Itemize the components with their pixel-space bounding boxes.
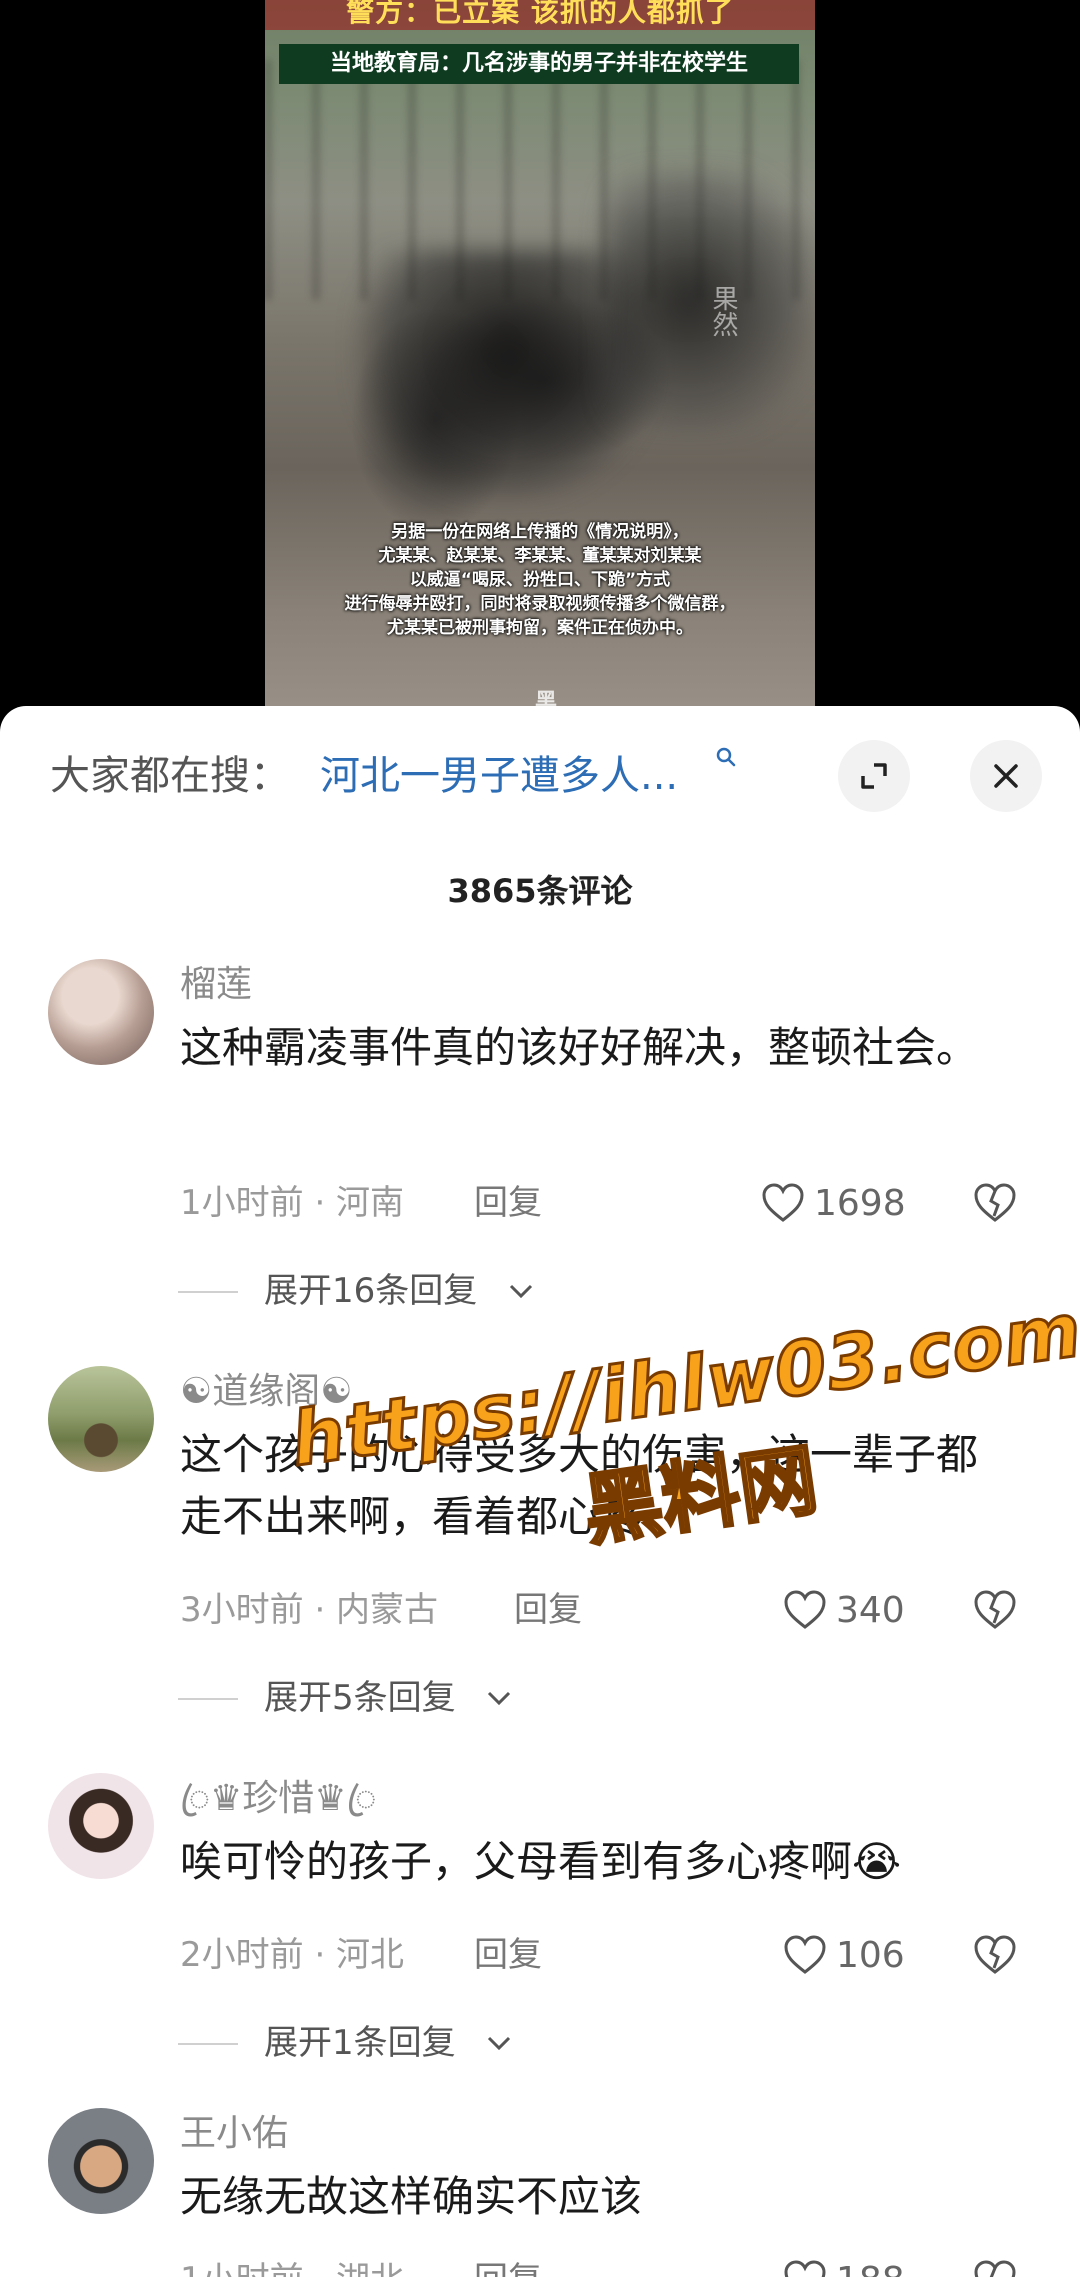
- trending-search-link[interactable]: 河北一男子遭多人...: [320, 750, 678, 802]
- caption-line: 以威逼“喝尿、扮牲口、下跪”方式: [409, 570, 671, 590]
- comment-meta: 1小时前 · 湖北: [180, 2258, 404, 2277]
- comment-username[interactable]: 榴莲: [180, 963, 252, 1007]
- broken-heart-icon[interactable]: [972, 1181, 1018, 1225]
- chevron-down-icon: [487, 1691, 511, 1706]
- search-icon[interactable]: [715, 746, 737, 768]
- caption-line: 另据一份在网络上传播的《情况说明》，: [391, 522, 689, 542]
- expand-divider: [178, 1291, 238, 1293]
- video-headline-green: 当地教育局：几名涉事的男子并非在校学生: [279, 44, 799, 84]
- avatar[interactable]: [48, 2108, 154, 2214]
- comment-item: 王小佑 无缘无故这样确实不应该 1小时前 · 湖北 回复 188: [0, 2108, 1080, 2277]
- video-vertical-watermark: 果然: [708, 285, 738, 337]
- comment-text: 无缘无故这样确实不应该: [180, 2172, 643, 2221]
- avatar[interactable]: [48, 1366, 154, 1472]
- comment-item: 榴莲 这种霸凌事件真的该好好解决，整顿社会。 1小时前 · 河南 回复 1698…: [0, 959, 1080, 1311]
- avatar[interactable]: [48, 1773, 154, 1879]
- reply-button[interactable]: 回复: [474, 2258, 542, 2277]
- broken-heart-icon[interactable]: [972, 1933, 1018, 1977]
- like-count: 188: [836, 2260, 905, 2277]
- expand-icon: [861, 763, 887, 789]
- caption-line: 尤某某已被刑事拘留，案件正在侦办中。: [387, 618, 693, 638]
- heart-icon: [784, 1935, 826, 1974]
- video-player[interactable]: 警方：已立案 该抓的人都抓了 当地教育局：几名涉事的男子并非在校学生 果然 另据…: [0, 0, 1080, 720]
- comment-item: ꦿ♛珍惜♛ꦿ 唉可怜的孩子，父母看到有多心疼啊😭 2小时前 · 河北 回复 10…: [0, 1773, 1080, 2063]
- expand-button[interactable]: [838, 740, 910, 812]
- chevron-down-icon: [487, 2036, 511, 2051]
- comment-meta: 1小时前 · 河南: [180, 1183, 405, 1223]
- comment-meta: 2小时前 · 河北: [180, 1935, 405, 1975]
- close-icon: [994, 764, 1018, 788]
- comment-item: ☯道缘阁☯ 这个孩子的心得受多大的伤害，这一辈子都走不出来啊，看着都心疼 3小时…: [0, 1366, 1080, 1718]
- like-button[interactable]: 340: [782, 1588, 905, 1632]
- like-button[interactable]: 188: [782, 2258, 905, 2277]
- comment-meta: 3小时前 · 内蒙古: [180, 1590, 439, 1630]
- video-headline-top: 警方：已立案 该抓的人都抓了: [265, 0, 815, 30]
- expand-divider: [178, 2043, 238, 2045]
- expand-divider: [178, 1698, 238, 1700]
- heart-icon: [762, 1183, 804, 1222]
- comment-text: 这种霸凌事件真的该好好解决，整顿社会。: [180, 1023, 979, 1072]
- chevron-down-icon: [509, 1284, 533, 1299]
- like-count: 106: [836, 1934, 905, 1976]
- like-count: 340: [836, 1589, 905, 1631]
- close-button[interactable]: [970, 740, 1042, 812]
- expand-replies-label: 展开1条回复: [264, 2023, 456, 2063]
- avatar[interactable]: [48, 959, 154, 1065]
- expand-replies-label: 展开16条回复: [264, 1271, 478, 1311]
- like-count: 1698: [814, 1182, 906, 1224]
- trending-search-bar: 大家都在搜： 河北一男子遭多人...: [0, 736, 1080, 816]
- broken-heart-icon[interactable]: [972, 1588, 1018, 1632]
- caption-line: 尤某某、赵某某、李某某、董某某对刘某某: [378, 546, 702, 566]
- reply-button[interactable]: 回复: [474, 1933, 542, 1977]
- trending-search-label: 大家都在搜：: [50, 753, 290, 799]
- comment-username[interactable]: 王小佑: [180, 2112, 288, 2156]
- broken-heart-icon[interactable]: [972, 2258, 1018, 2277]
- reply-button[interactable]: 回复: [474, 1181, 542, 1225]
- like-button[interactable]: 1698: [760, 1181, 906, 1225]
- like-button[interactable]: 106: [782, 1933, 905, 1977]
- comment-text: 唉可怜的孩子，父母看到有多心疼啊😭: [180, 1837, 902, 1886]
- expand-replies-label: 展开5条回复: [264, 1678, 456, 1718]
- video-frame[interactable]: 警方：已立案 该抓的人都抓了 当地教育局：几名涉事的男子并非在校学生 果然 另据…: [265, 0, 815, 720]
- video-caption: 另据一份在网络上传播的《情况说明》， 尤某某、赵某某、李某某、董某某对刘某某 以…: [275, 520, 805, 640]
- comment-username[interactable]: ꦿ♛珍惜♛ꦿ: [180, 1777, 376, 1821]
- comment-username[interactable]: ☯道缘阁☯: [180, 1370, 353, 1414]
- comment-text: 这个孩子的心得受多大的伤害，这一辈子都走不出来啊，看着都心疼: [180, 1430, 979, 1541]
- heart-icon: [784, 2260, 826, 2277]
- reply-button[interactable]: 回复: [514, 1588, 582, 1632]
- caption-line: 进行侮辱并殴打，同时将录取视频传播多个微信群，: [344, 594, 736, 614]
- comments-sheet: 大家都在搜： 河北一男子遭多人... 3865条评论 榴莲 这种霸凌事件真的该好…: [0, 706, 1080, 2277]
- heart-icon: [784, 1590, 826, 1629]
- comment-count: 3865条评论: [447, 872, 633, 910]
